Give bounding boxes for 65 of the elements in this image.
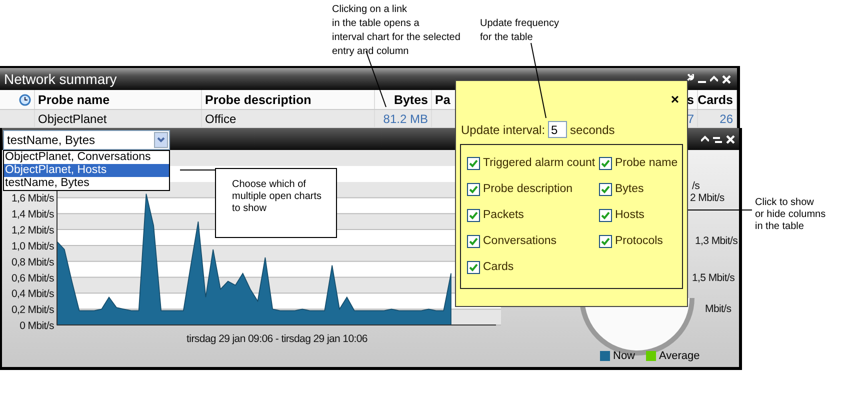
legend-label: Now — [613, 350, 636, 362]
checkbox[interactable] — [467, 260, 480, 274]
checkbox[interactable] — [467, 234, 480, 248]
close-button[interactable]: × — [670, 91, 679, 107]
window-title: Network summary — [4, 71, 117, 87]
axis-label: 0,2 Mbit/s — [11, 304, 54, 316]
axis-label: 1,6 Mbit/s — [11, 192, 54, 205]
axis-label: 1,2 Mbit/s — [11, 224, 54, 237]
checkbox-label[interactable]: Protocols — [615, 235, 663, 247]
checkbox-label[interactable]: Packets — [483, 209, 524, 221]
table-link[interactable]: 26 — [720, 112, 733, 126]
axis-label: 0,6 Mbit/s — [11, 272, 54, 284]
axis-label: 1,4 Mbit/s — [11, 208, 54, 221]
table-link[interactable]: 7 — [688, 112, 694, 126]
checkbox-label[interactable]: Bytes — [615, 183, 644, 195]
axis-label: 0,4 Mbit/s — [11, 288, 54, 300]
legend-label: Average — [659, 350, 700, 362]
checkbox-label[interactable]: Triggered alarm count — [483, 157, 596, 169]
checkbox-label[interactable]: Probe name — [615, 157, 678, 169]
checkbox[interactable] — [599, 208, 612, 222]
clock-icon[interactable] — [19, 94, 31, 106]
checkbox[interactable] — [467, 182, 480, 196]
gauge-label: /s — [692, 180, 700, 192]
callout-text: Click to show or hide columns in the table — [755, 197, 826, 233]
checkbox-label[interactable]: Hosts — [615, 209, 644, 221]
axis-label: 0 Mbit/s — [20, 320, 54, 332]
dropdown-option[interactable]: ObjectPlanet, Hosts — [4, 164, 169, 177]
caret-icon[interactable] — [154, 132, 168, 148]
callout-box: Choose which of multiple open charts to show — [215, 168, 337, 238]
callout-text: Clicking on a link in the table opens a interval chart for the selected entry and column — [332, 3, 460, 59]
table-cell: Office — [205, 112, 236, 126]
column-header[interactable]: Cards — [698, 92, 733, 106]
gauge-label: 2 Mbit/s — [690, 192, 724, 204]
dropdown-option[interactable]: testName, Bytes — [4, 177, 169, 190]
axis-label: 0,8 Mbit/s — [11, 256, 54, 268]
axis-title: tirsdag 29 jan 09:06 - tirsdag 29 jan 10:06 — [186, 333, 368, 345]
close-icon[interactable] — [726, 134, 735, 144]
interval-input[interactable]: 5 — [548, 121, 568, 138]
gauge-label: 1,3 Mbit/s — [695, 235, 738, 247]
checkbox[interactable] — [467, 208, 480, 222]
checkbox[interactable] — [599, 182, 612, 196]
callout-text: Update frequency for the table — [480, 17, 559, 45]
collapse-icon[interactable] — [710, 74, 718, 84]
field-label: Update interval: — [461, 122, 546, 136]
close-icon[interactable] — [722, 74, 731, 84]
column-header[interactable]: Probe description — [205, 92, 312, 106]
checkbox[interactable] — [599, 156, 612, 170]
dropdown-option[interactable]: ObjectPlanet, Conversations — [4, 151, 169, 164]
gauge-label: Mbit/s — [705, 303, 732, 315]
checkbox-label[interactable]: Conversations — [483, 235, 557, 247]
table-link[interactable]: 81.2 MB — [383, 112, 428, 126]
checkbox[interactable] — [599, 234, 612, 248]
collapse-icon[interactable] — [701, 134, 709, 144]
restore-icon[interactable] — [713, 134, 722, 144]
chart-dropdown[interactable]: testName, Bytes — [3, 130, 170, 150]
column-header[interactable]: Pa — [435, 92, 450, 106]
column-header[interactable]: Probe name — [38, 92, 110, 106]
column-header[interactable]: Bytes — [394, 92, 428, 106]
gauge-label: 1,5 Mbit/s — [692, 272, 735, 284]
table-cell: ObjectPlanet — [38, 112, 107, 126]
checkbox[interactable] — [467, 156, 480, 170]
checkbox-label[interactable]: Probe description — [483, 183, 572, 195]
axis-label: 1,0 Mbit/s — [11, 240, 54, 252]
unit-label: seconds — [570, 122, 615, 136]
checkbox-label[interactable]: Cards — [483, 261, 514, 273]
